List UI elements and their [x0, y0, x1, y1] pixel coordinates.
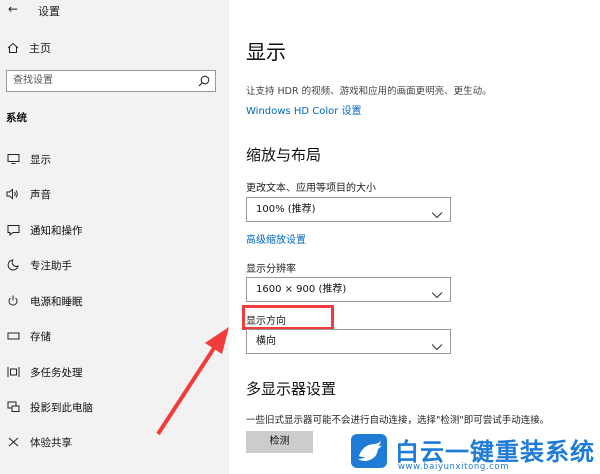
main-content: 显示 让支持 HDR 的视频、游戏和应用的画面更明亮、更生动。 Windows …: [229, 0, 600, 474]
watermark-url: www.baiyunxitong.com: [398, 462, 510, 472]
sidebar-item-label: 电源和睡眠: [30, 295, 83, 308]
sidebar-item-label: 声音: [30, 188, 51, 201]
multi-display-description: 一些旧式显示器可能不会进行自动连接，选择"检测"即可尝试手动连接。: [246, 415, 550, 426]
chevron-down-icon: [431, 205, 443, 219]
chevron-down-icon: [431, 337, 443, 351]
chevron-down-icon: [431, 285, 443, 299]
scale-layout-heading: 缩放与布局: [246, 146, 322, 164]
sidebar-item-notifications[interactable]: 通知和操作: [6, 221, 83, 239]
back-arrow-icon[interactable]: ←: [8, 2, 18, 16]
page-title: 显示: [246, 40, 286, 64]
sidebar: ← 设置 主页 查找设置 系统 显示 声音 通知和操作 专注助手 电源和睡眠 存…: [0, 0, 229, 474]
text-size-label: 更改文本、应用等项目的大小: [246, 183, 376, 194]
storage-icon: [6, 329, 20, 343]
search-icon[interactable]: [197, 74, 211, 88]
window-title: 设置: [38, 5, 60, 18]
watermark: 白云一键重装系统 www.baiyunxitong.com: [345, 432, 600, 474]
resolution-value: 1600 × 900 (推荐): [256, 284, 347, 295]
sidebar-item-label: 多任务处理: [30, 366, 83, 379]
sidebar-item-power-sleep[interactable]: 电源和睡眠: [6, 292, 83, 310]
sidebar-item-label: 专注助手: [30, 259, 72, 272]
annotation-highlight-box: [242, 305, 334, 330]
sidebar-item-project-to-pc[interactable]: 投影到此电脑: [6, 398, 93, 416]
sidebar-item-label: 通知和操作: [30, 224, 83, 237]
notification-icon: [6, 223, 20, 237]
sidebar-item-sound[interactable]: 声音: [6, 185, 51, 203]
orientation-value: 横向: [256, 336, 276, 347]
search-input[interactable]: 查找设置: [6, 70, 216, 92]
text-size-value: 100% (推荐): [256, 204, 316, 215]
sidebar-home[interactable]: 主页: [6, 40, 51, 56]
orientation-label: 显示方向: [242, 305, 334, 330]
sidebar-item-label: 显示: [30, 153, 51, 166]
sidebar-item-label: 体验共享: [30, 436, 72, 449]
share-icon: [6, 435, 20, 449]
multitask-icon: [6, 365, 20, 379]
resolution-dropdown[interactable]: 1600 × 900 (推荐): [246, 277, 451, 302]
detect-button[interactable]: 检测: [246, 431, 313, 453]
sidebar-item-shared-experiences[interactable]: 体验共享: [6, 433, 72, 451]
home-label: 主页: [29, 42, 51, 55]
monitor-icon: [6, 152, 20, 166]
bird-logo-icon: [351, 434, 387, 468]
sidebar-item-label: 存储: [30, 330, 51, 343]
speaker-icon: [6, 187, 20, 201]
sidebar-item-multitasking[interactable]: 多任务处理: [6, 363, 83, 381]
search-placeholder: 查找设置: [13, 75, 53, 86]
section-system-label: 系统: [6, 112, 27, 124]
moon-icon: [6, 258, 20, 272]
advanced-scaling-link[interactable]: 高级缩放设置: [246, 231, 306, 246]
power-icon: [6, 294, 20, 308]
sidebar-item-label: 投影到此电脑: [30, 401, 93, 414]
project-icon: [6, 400, 20, 414]
hdr-description: 让支持 HDR 的视频、游戏和应用的画面更明亮、更生动。: [246, 86, 492, 97]
multi-display-heading: 多显示器设置: [246, 380, 337, 398]
sidebar-item-storage[interactable]: 存储: [6, 327, 51, 345]
orientation-dropdown[interactable]: 横向: [246, 329, 451, 354]
sidebar-item-focus-assist[interactable]: 专注助手: [6, 256, 72, 274]
resolution-label: 显示分辨率: [246, 264, 296, 275]
text-size-dropdown[interactable]: 100% (推荐): [246, 197, 451, 222]
home-icon: [6, 41, 20, 55]
hdr-settings-link[interactable]: Windows HD Color 设置: [246, 102, 362, 117]
sidebar-item-display[interactable]: 显示: [6, 150, 51, 168]
